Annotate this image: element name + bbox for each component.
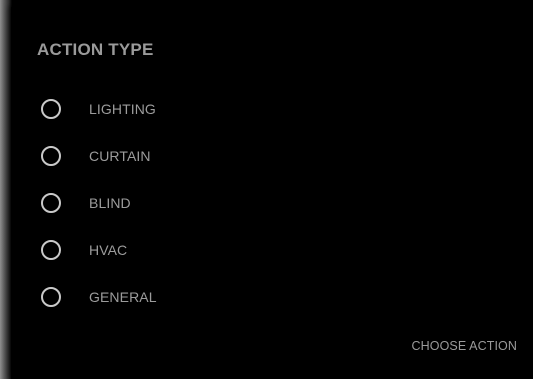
radio-button-hvac[interactable]	[41, 239, 61, 260]
option-hvac[interactable]: HVAC	[41, 226, 301, 273]
radio-button-curtain[interactable]	[41, 145, 61, 166]
option-curtain[interactable]: CURTAIN	[41, 132, 301, 179]
option-blind[interactable]: BLIND	[41, 179, 301, 226]
action-type-dialog: ACTION TYPE LIGHTING CURTAIN BLIND HVAC …	[11, 6, 533, 379]
option-label-general: GENERAL	[89, 288, 157, 305]
radio-button-general[interactable]	[41, 286, 61, 307]
dialog-title: ACTION TYPE	[37, 40, 154, 59]
radio-button-blind[interactable]	[41, 192, 61, 213]
option-lighting[interactable]: LIGHTING	[41, 85, 301, 132]
option-label-curtain: CURTAIN	[89, 147, 151, 164]
option-label-blind: BLIND	[89, 194, 131, 211]
choose-action-button[interactable]: CHOOSE ACTION	[412, 339, 517, 353]
option-label-hvac: HVAC	[89, 241, 128, 258]
action-type-radio-group: LIGHTING CURTAIN BLIND HVAC GENERAL	[41, 85, 301, 320]
option-general[interactable]: GENERAL	[41, 273, 301, 320]
radio-button-lighting[interactable]	[41, 98, 61, 119]
option-label-lighting: LIGHTING	[89, 100, 156, 117]
